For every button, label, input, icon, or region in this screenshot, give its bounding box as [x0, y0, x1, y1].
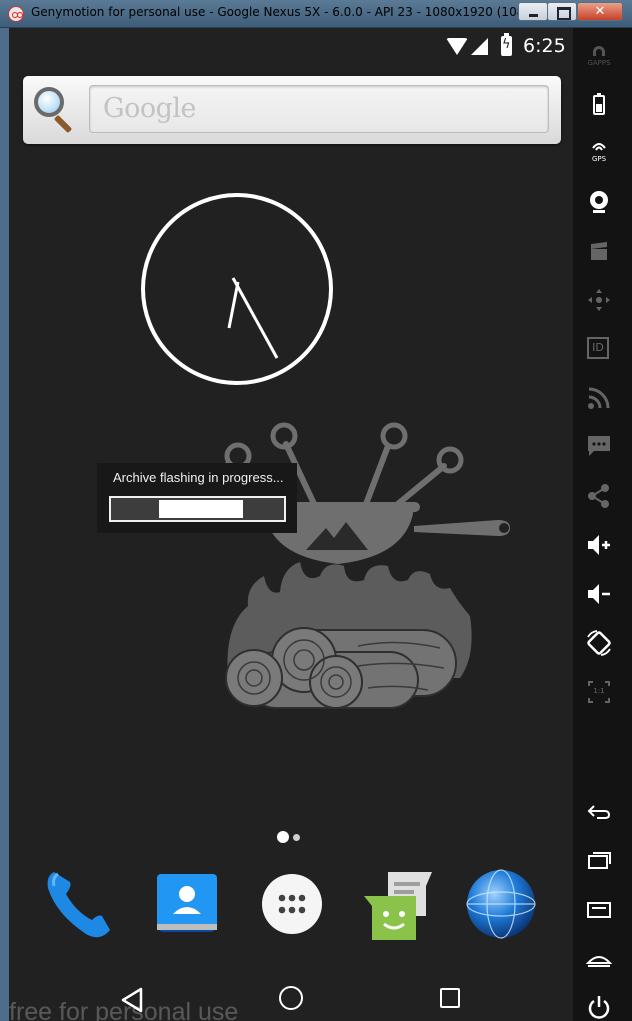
watermark-text: free for personal use	[9, 998, 239, 1021]
window-title: Genymotion for personal use - Google Nex…	[31, 5, 536, 19]
gapps-label: GAPPS	[587, 59, 611, 67]
volume-down-tool[interactable]	[585, 580, 613, 608]
progress-message: Archive flashing in progress...	[113, 470, 284, 485]
progress-bar	[109, 496, 286, 522]
google-search-widget[interactable]: Google	[23, 76, 561, 144]
volume-up-tool[interactable]	[585, 531, 613, 559]
fondue-wallpaper-art	[224, 422, 510, 709]
home-tool[interactable]	[585, 945, 613, 973]
webcam-tool[interactable]	[585, 188, 613, 216]
id-icon: ID	[587, 337, 609, 359]
close-button[interactable]: ✕	[577, 2, 623, 21]
gps-tool[interactable]: GPS	[585, 138, 613, 166]
gps-icon	[592, 143, 606, 151]
signal-icon	[471, 38, 488, 55]
phone-icon[interactable]	[42, 866, 118, 942]
android-screen[interactable]: 6:25 Google	[9, 28, 573, 1021]
status-bar[interactable]: 6:25	[9, 28, 573, 66]
close-icon: ✕	[594, 4, 606, 19]
search-hint: Google	[103, 93, 196, 124]
back-tool[interactable]	[585, 798, 613, 826]
window-titlebar[interactable]: Genymotion for personal use - Google Nex…	[0, 0, 632, 28]
minimize-button[interactable]	[518, 2, 548, 21]
status-time: 6:25	[523, 35, 566, 57]
analog-clock-widget[interactable]	[140, 192, 334, 386]
wifi-icon	[446, 38, 468, 55]
share-tool[interactable]	[585, 482, 613, 510]
chat-icon	[588, 436, 610, 456]
messenger-icon[interactable]	[358, 866, 434, 942]
browser-icon[interactable]	[463, 866, 539, 942]
recents-icon[interactable]	[440, 988, 460, 1008]
menu-icon	[587, 902, 611, 918]
flashing-progress-dialog: Archive flashing in progress...	[97, 463, 297, 533]
clock-hour-hand	[227, 281, 240, 329]
battery-tool[interactable]	[585, 90, 613, 118]
pixel-perfect-label: 1:1	[593, 687, 605, 695]
progress-bar-fill	[159, 500, 243, 518]
recent-apps-icon	[588, 852, 611, 869]
home-icon	[585, 956, 613, 967]
gps-label: GPS	[591, 155, 607, 163]
window-left-frame	[0, 28, 9, 1021]
all-apps-icon[interactable]	[254, 866, 330, 942]
volume-down-icon	[588, 584, 610, 604]
search-icon[interactable]	[32, 85, 78, 134]
genymotion-logo-icon	[8, 6, 24, 22]
power-icon	[588, 996, 610, 1019]
volume-up-icon	[588, 535, 610, 555]
pixel-perfect-tool[interactable]: 1:1	[585, 678, 613, 706]
identifiers-tool[interactable]: ID	[585, 335, 613, 363]
gapps-tool[interactable]: GAPPS	[585, 42, 613, 70]
rotate-tool[interactable]	[585, 629, 613, 657]
menu-tool[interactable]	[585, 896, 613, 924]
clock-minute-hand	[231, 277, 279, 359]
dpad-icon	[588, 289, 610, 311]
power-tool[interactable]	[585, 993, 613, 1021]
remote-control-tool[interactable]	[585, 286, 613, 314]
maximize-button[interactable]	[547, 2, 577, 21]
genymotion-toolbar: GAPPS GPS ID 1:1	[573, 28, 632, 1021]
page-dot-inactive	[293, 834, 300, 841]
recent-apps-tool[interactable]	[585, 846, 613, 874]
back-arrow-icon	[587, 805, 611, 819]
genymotion-window: Genymotion for personal use - Google Nex…	[0, 0, 632, 1021]
page-indicator	[277, 830, 307, 844]
clapperboard-icon	[591, 242, 607, 260]
network-tool[interactable]	[585, 384, 613, 412]
sms-tool[interactable]	[585, 432, 613, 460]
webcam-icon	[590, 191, 608, 213]
search-input[interactable]: Google	[89, 85, 549, 133]
rotate-icon	[587, 630, 611, 656]
contacts-icon[interactable]	[149, 866, 225, 942]
rss-icon	[588, 387, 610, 409]
screencast-tool[interactable]	[585, 238, 613, 266]
battery-icon	[593, 93, 605, 115]
battery-charging-icon	[501, 33, 512, 56]
share-icon	[588, 484, 609, 508]
page-dot-active	[277, 831, 289, 843]
home-icon[interactable]	[279, 986, 303, 1010]
